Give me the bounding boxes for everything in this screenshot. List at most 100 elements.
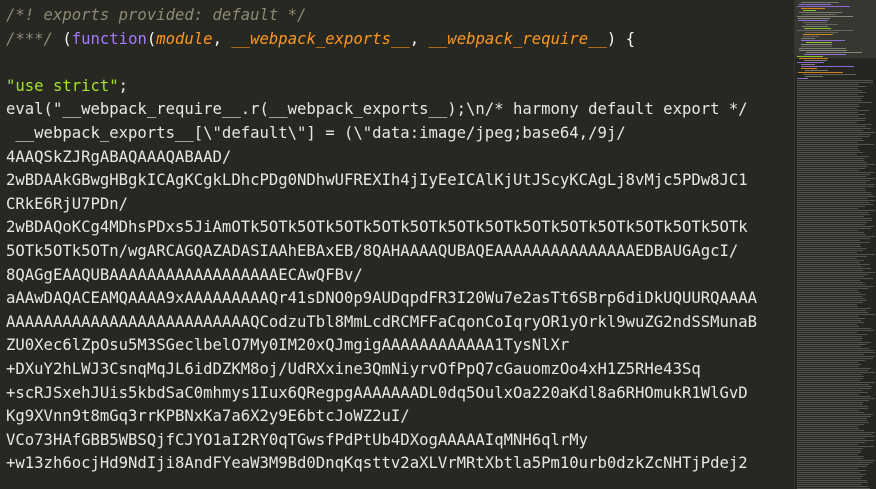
minimap-line [797,172,874,173]
minimap-line [797,480,867,481]
code-editor[interactable]: /*! exports provided: default */ /***/ (… [0,0,876,489]
minimap-line [797,370,868,371]
minimap-line [797,420,867,421]
minimap-line [802,14,836,15]
minimap-line [797,156,869,157]
minimap-line [803,22,827,23]
minimap-line [797,288,868,289]
minimap-line [797,276,864,277]
minimap-line [797,124,872,125]
minimap-line [797,474,866,475]
minimap-line [804,54,846,55]
minimap-line [797,366,859,367]
minimap-line [797,392,868,393]
minimap-line [797,364,861,365]
minimap-line [797,30,853,31]
minimap-line [797,338,863,339]
minimap-line [797,310,866,311]
minimap-line [803,34,833,35]
minimap-line [797,146,858,147]
minimap-line [797,440,874,441]
minimap-line [797,342,871,343]
minimap-line [797,462,873,463]
comment-token: /*! exports provided: default */ [6,6,307,24]
minimap-line [797,142,858,143]
minimap-line [806,52,862,53]
minimap-line [797,448,863,449]
minimap-line [798,18,830,19]
minimap-line [797,82,873,83]
minimap-line [797,316,859,317]
minimap-line [797,90,862,91]
minimap-line [805,32,838,33]
minimap-line [801,66,854,67]
minimap-line [798,72,843,73]
minimap-line [797,330,874,331]
punctuation-token: , [409,29,429,48]
code-line-7: 4AAQSkZJRgABAQAAAQABAAD/ [6,147,232,166]
code-line-14: AAAAAAAAAAAAAAAAAAAAAAAAAAQCodzuTbl8MmLc… [6,312,758,331]
minimap-line [797,304,857,305]
minimap-line [797,340,861,341]
code-line-5: eval("__webpack_require__.r(__webpack_ex… [6,100,748,119]
param-module: module [156,29,213,48]
minimap-line [797,78,808,79]
minimap-line [802,26,828,27]
minimap-line [797,390,862,391]
minimap-line [797,176,866,177]
minimap-line [806,24,838,25]
minimap-line [797,242,870,243]
minimap-line [797,204,873,205]
minimap-line [797,110,869,111]
code-line-15: ZU0Xec6lZpOsu5M3SGeclbelO7My0IM20xQJmgig… [6,336,570,355]
minimap-line [797,442,865,443]
minimap-line [801,64,815,65]
minimap-line [797,274,868,275]
code-line-12: 8QAGgEAAQUBAAAAAAAAAAAAAAAAAAECAwQFBv/ [6,265,363,284]
minimap-line [797,350,874,351]
minimap[interactable] [794,0,876,489]
minimap-line [797,306,858,307]
minimap-line [797,296,862,297]
minimap-line [797,400,869,401]
minimap-line [797,278,873,279]
minimap-line [797,254,875,255]
minimap-line [797,468,858,469]
minimap-line [797,128,871,129]
minimap-line [797,6,850,7]
param-webpack-exports: __webpack_exports__ [231,29,410,48]
minimap-line [797,320,861,321]
minimap-line [797,112,858,113]
minimap-line [797,16,853,17]
minimap-line [797,266,861,267]
minimap-line [803,36,819,37]
minimap-line [797,126,866,127]
minimap-line [797,454,858,455]
minimap-line [797,184,875,185]
minimap-line [797,322,864,323]
code-line-6: __webpack_exports__[\"default\"] = (\"da… [6,123,626,142]
minimap-line [797,208,858,209]
code-line-18: Kg9XVnn9t8mGq3rrKPBNxKa7a6X2y9E6btcJoWZ2… [6,407,410,426]
code-area[interactable]: /*! exports provided: default */ /***/ (… [0,0,794,489]
minimap-line [797,122,857,123]
minimap-line [801,40,845,41]
comment-token: /***/ [6,29,53,48]
minimap-line [797,158,865,159]
minimap-line [797,378,863,379]
minimap-line [801,2,839,3]
minimap-line [797,346,861,347]
minimap-line [797,414,873,415]
minimap-line [797,100,862,101]
minimap-line [797,224,865,225]
minimap-line [797,248,867,249]
minimap-line [797,302,863,303]
minimap-line [797,434,872,435]
minimap-line [797,150,860,151]
minimap-line [797,118,866,119]
minimap-line [797,404,863,405]
minimap-line [797,238,870,239]
minimap-line [797,234,866,235]
minimap-line [799,58,828,59]
minimap-line [797,62,824,63]
